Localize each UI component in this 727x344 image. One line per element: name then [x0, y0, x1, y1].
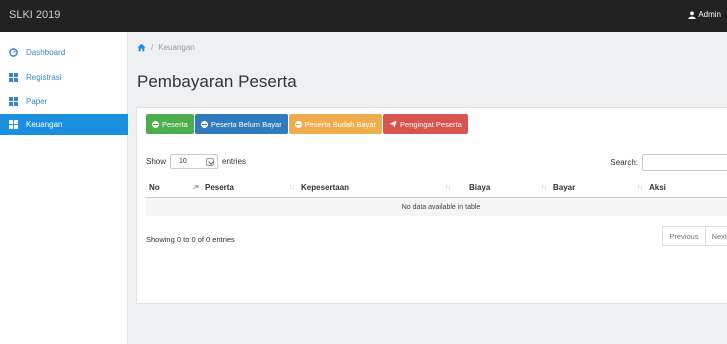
peserta-sudah-bayar-button[interactable]: Peserta Sudah Bayar: [288, 114, 383, 134]
column-label: Peserta: [205, 182, 234, 192]
sidebar-item-registrasi[interactable]: Registrasi: [0, 67, 128, 88]
table-header: No ↓≡ Peserta ↑↓ Kepesertaan ↑↓ Biaya ↑↓…: [146, 177, 727, 198]
column-label: Biaya: [469, 182, 491, 192]
search-input[interactable]: [642, 154, 727, 171]
breadcrumb-separator: /: [151, 43, 154, 52]
column-header-bayar[interactable]: Bayar ↑↓: [550, 177, 646, 198]
sidebar-item-label: Dashboard: [26, 48, 66, 57]
plus-circle-icon: [200, 120, 208, 128]
dashboard-icon: [9, 48, 18, 57]
sort-icon: ↑↓: [289, 183, 295, 191]
column-label: Bayar: [553, 182, 576, 192]
column-label: Aksi: [649, 182, 666, 192]
top-navbar: SLKI 2019 Admin: [0, 0, 727, 32]
button-label: Peserta: [162, 119, 188, 129]
plus-circle-icon: [294, 120, 302, 128]
entries-label: entries: [222, 157, 247, 166]
grid-icon: [9, 120, 18, 129]
sidebar-item-label: Paper: [26, 97, 48, 106]
grid-icon: [9, 97, 18, 106]
next-button[interactable]: Next: [705, 226, 727, 246]
button-label: Peserta Sudah Bayar: [304, 119, 377, 129]
table-empty-row: No data available in table: [146, 198, 727, 216]
content-panel: Peserta Peserta Belum Bayar Peserta Suda…: [136, 107, 727, 304]
peserta-button[interactable]: Peserta: [146, 114, 194, 134]
column-label: Kepesertaan: [301, 182, 350, 192]
table-info: Showing 0 to 0 of 0 entries: [146, 235, 235, 244]
pagination: Previous Next: [662, 226, 727, 246]
show-label: Show: [146, 157, 167, 166]
action-buttons: Peserta Peserta Belum Bayar Peserta Suda…: [146, 114, 468, 134]
plus-circle-icon: [152, 120, 159, 128]
breadcrumb-current: Keuangan: [158, 43, 195, 52]
column-header-kepesertaan[interactable]: Kepesertaan ↑↓: [298, 177, 454, 198]
sort-icon: ↑↓: [541, 183, 547, 191]
app-brand[interactable]: SLKI 2019: [9, 9, 60, 21]
column-header-biaya[interactable]: Biaya ↑↓: [454, 177, 550, 198]
main-content: / Keuangan Pembayaran Peserta Peserta Pe…: [128, 32, 727, 344]
sidebar: Dashboard Registrasi Paper Keuangan: [0, 32, 128, 344]
search-label: Search:: [610, 158, 638, 167]
sidebar-item-keuangan[interactable]: Keuangan: [0, 114, 128, 135]
user-name: Admin: [698, 10, 721, 19]
column-header-peserta[interactable]: Peserta ↑↓: [202, 177, 298, 198]
send-icon: [389, 120, 397, 128]
pengingat-peserta-button[interactable]: Pengingat Peserta: [383, 114, 468, 134]
user-menu[interactable]: Admin: [688, 10, 721, 19]
grid-icon: [9, 73, 18, 82]
sort-icon: ↑↓: [637, 183, 643, 191]
sort-asc-icon: ↓≡: [192, 183, 199, 191]
sort-icon: ↑↓: [445, 183, 451, 191]
peserta-belum-bayar-button[interactable]: Peserta Belum Bayar: [194, 114, 288, 134]
column-label: No: [149, 182, 160, 192]
column-header-aksi[interactable]: Aksi ↑↓: [646, 177, 727, 198]
home-icon[interactable]: [137, 43, 146, 52]
sidebar-item-paper[interactable]: Paper: [0, 91, 128, 112]
breadcrumb: / Keuangan: [137, 43, 195, 52]
button-label: Pengingat Peserta: [400, 119, 462, 129]
sidebar-item-label: Registrasi: [26, 73, 62, 82]
column-header-no[interactable]: No ↓≡: [146, 177, 202, 198]
button-label: Peserta Belum Bayar: [210, 119, 282, 129]
entries-control: Show 10 entries: [146, 154, 246, 169]
sidebar-item-dashboard[interactable]: Dashboard: [0, 42, 128, 63]
entries-value: 10: [179, 158, 187, 165]
previous-button[interactable]: Previous: [662, 226, 706, 246]
empty-message: No data available in table: [401, 203, 481, 211]
entries-select[interactable]: 10: [170, 154, 219, 169]
search-control: Search:: [610, 154, 727, 171]
chevron-down-icon: [206, 157, 215, 166]
page-title: Pembayaran Peserta: [137, 72, 297, 91]
payments-table: No ↓≡ Peserta ↑↓ Kepesertaan ↑↓ Biaya ↑↓…: [146, 177, 727, 216]
sidebar-item-label: Keuangan: [26, 120, 63, 129]
user-icon: [688, 11, 696, 19]
